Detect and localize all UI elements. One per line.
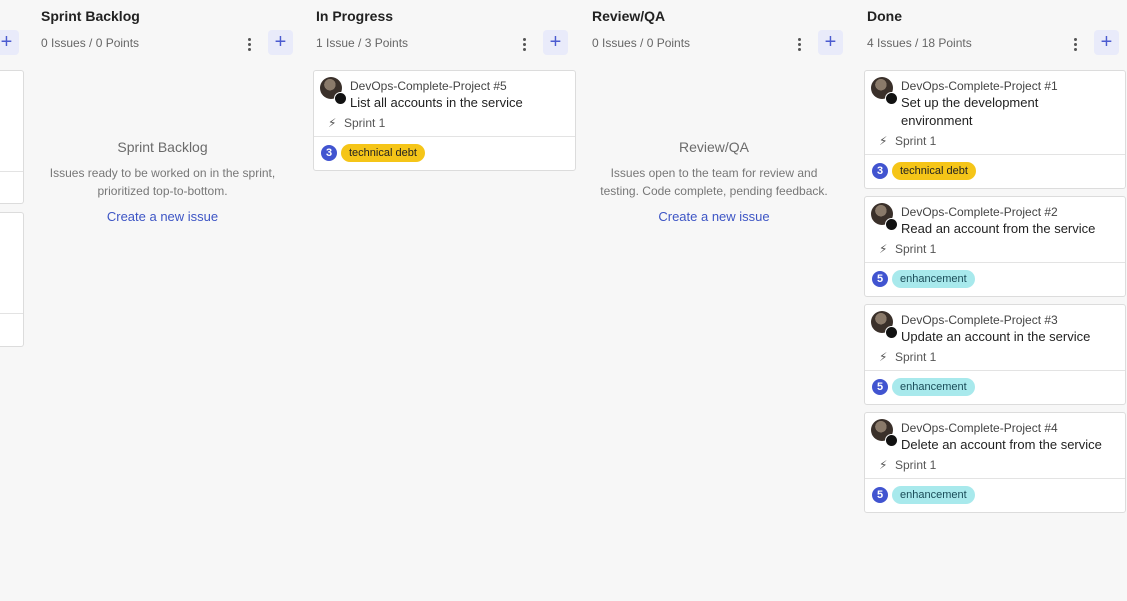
sprint-label: Sprint 1 <box>895 458 937 472</box>
label-technical-debt[interactable]: technical debt <box>892 162 976 180</box>
issue-card[interactable]: DevOps-Complete-Project #2 Read an accou… <box>864 196 1126 297</box>
card-divider <box>0 313 23 314</box>
add-issue-button[interactable]: + <box>268 30 293 55</box>
card-footer: 5 enhancement <box>865 478 1125 513</box>
github-icon <box>885 218 898 231</box>
kebab-menu-icon[interactable] <box>242 36 256 52</box>
sprint-field[interactable]: ⚡ Sprint 1 <box>879 134 936 148</box>
column-title: Sprint Backlog <box>41 8 140 24</box>
lightning-icon: ⚡ <box>328 116 337 130</box>
issue-title-line: environment <box>901 113 973 128</box>
github-icon <box>885 326 898 339</box>
issue-project[interactable]: DevOps-Complete-Project #2 <box>901 205 1058 219</box>
card-divider <box>0 171 23 172</box>
column-count: 0 Issues / 0 Points <box>592 36 691 50</box>
card-footer: 3 technical debt <box>314 136 575 171</box>
issue-card[interactable]: DevOps-Complete-Project #3 Update an acc… <box>864 304 1126 405</box>
add-issue-button[interactable]: + <box>1094 30 1119 55</box>
card-footer: 3 technical debt <box>865 154 1125 189</box>
issue-project[interactable]: DevOps-Complete-Project #5 <box>350 79 507 93</box>
empty-desc-line: prioritized top-to-bottom. <box>97 184 228 198</box>
points-badge: 5 <box>872 271 888 287</box>
create-issue-link[interactable]: Create a new issue <box>40 209 285 224</box>
partial-card[interactable] <box>0 212 24 347</box>
empty-state-title: Review/QA <box>678 139 750 155</box>
kebab-menu-icon[interactable] <box>1068 36 1082 52</box>
issue-title[interactable]: Delete an account from the service <box>901 436 1102 454</box>
points-badge: 5 <box>872 379 888 395</box>
sprint-field[interactable]: ⚡ Sprint 1 <box>879 350 936 364</box>
label-enhancement[interactable]: enhancement <box>892 486 975 504</box>
kebab-menu-icon[interactable] <box>517 36 531 52</box>
points-badge: 5 <box>872 487 888 503</box>
add-issue-button[interactable]: + <box>818 30 843 55</box>
sprint-label: Sprint 1 <box>895 242 937 256</box>
card-footer: 5 enhancement <box>865 370 1125 405</box>
issue-card[interactable]: DevOps-Complete-Project #5 List all acco… <box>313 70 576 171</box>
issue-card[interactable]: DevOps-Complete-Project #1 Set up the de… <box>864 70 1126 189</box>
empty-desc-line: Issues open to the team for review and <box>610 166 818 180</box>
column-title: Review/QA <box>592 8 666 24</box>
sprint-label: Sprint 1 <box>895 350 937 364</box>
add-issue-button-prev-column[interactable]: + <box>0 30 19 55</box>
issue-title[interactable]: Set up the development environment <box>901 94 1038 130</box>
github-icon <box>885 434 898 447</box>
sprint-field[interactable]: ⚡ Sprint 1 <box>328 116 385 130</box>
github-icon <box>334 92 347 105</box>
kebab-menu-icon[interactable] <box>792 36 806 52</box>
issue-title[interactable]: List all accounts in the service <box>350 94 523 112</box>
issue-project[interactable]: DevOps-Complete-Project #3 <box>901 313 1058 327</box>
add-issue-button[interactable]: + <box>543 30 568 55</box>
empty-state-description: Issues ready to be worked on in the spri… <box>40 164 285 200</box>
issue-project[interactable]: DevOps-Complete-Project #4 <box>901 421 1058 435</box>
column-title: Done <box>867 8 902 24</box>
lightning-icon: ⚡ <box>879 134 888 148</box>
github-icon <box>885 92 898 105</box>
empty-state-description: Issues open to the team for review and t… <box>590 164 838 200</box>
label-technical-debt[interactable]: technical debt <box>341 144 425 162</box>
sprint-label: Sprint 1 <box>344 116 386 130</box>
card-footer: 5 enhancement <box>865 262 1125 297</box>
points-badge: 3 <box>321 145 337 161</box>
empty-desc-line: testing. Code complete, pending feedback… <box>600 184 828 198</box>
empty-state: Review/QA Issues open to the team for re… <box>590 139 838 224</box>
label-enhancement[interactable]: enhancement <box>892 270 975 288</box>
sprint-field[interactable]: ⚡ Sprint 1 <box>879 458 936 472</box>
issue-title-line: Set up the development <box>901 95 1039 110</box>
issue-project[interactable]: DevOps-Complete-Project #1 <box>901 79 1058 93</box>
issue-card[interactable]: DevOps-Complete-Project #4 Delete an acc… <box>864 412 1126 513</box>
empty-state: Sprint Backlog Issues ready to be worked… <box>40 139 285 224</box>
column-count: 1 Issue / 3 Points <box>316 36 409 50</box>
sprint-field[interactable]: ⚡ Sprint 1 <box>879 242 936 256</box>
column-title: In Progress <box>316 8 394 24</box>
label-enhancement[interactable]: enhancement <box>892 378 975 396</box>
lightning-icon: ⚡ <box>879 242 888 256</box>
partial-card[interactable] <box>0 70 24 204</box>
issue-title[interactable]: Read an account from the service <box>901 220 1095 238</box>
empty-state-title: Sprint Backlog <box>117 139 208 155</box>
empty-desc-line: Issues ready to be worked on in the spri… <box>49 166 276 180</box>
sprint-label: Sprint 1 <box>895 134 937 148</box>
create-issue-link[interactable]: Create a new issue <box>590 209 838 224</box>
issue-title[interactable]: Update an account in the service <box>901 328 1090 346</box>
lightning-icon: ⚡ <box>879 350 888 364</box>
points-badge: 3 <box>872 163 888 179</box>
column-count: 0 Issues / 0 Points <box>41 36 140 50</box>
column-count: 4 Issues / 18 Points <box>867 36 972 50</box>
lightning-icon: ⚡ <box>879 458 888 472</box>
